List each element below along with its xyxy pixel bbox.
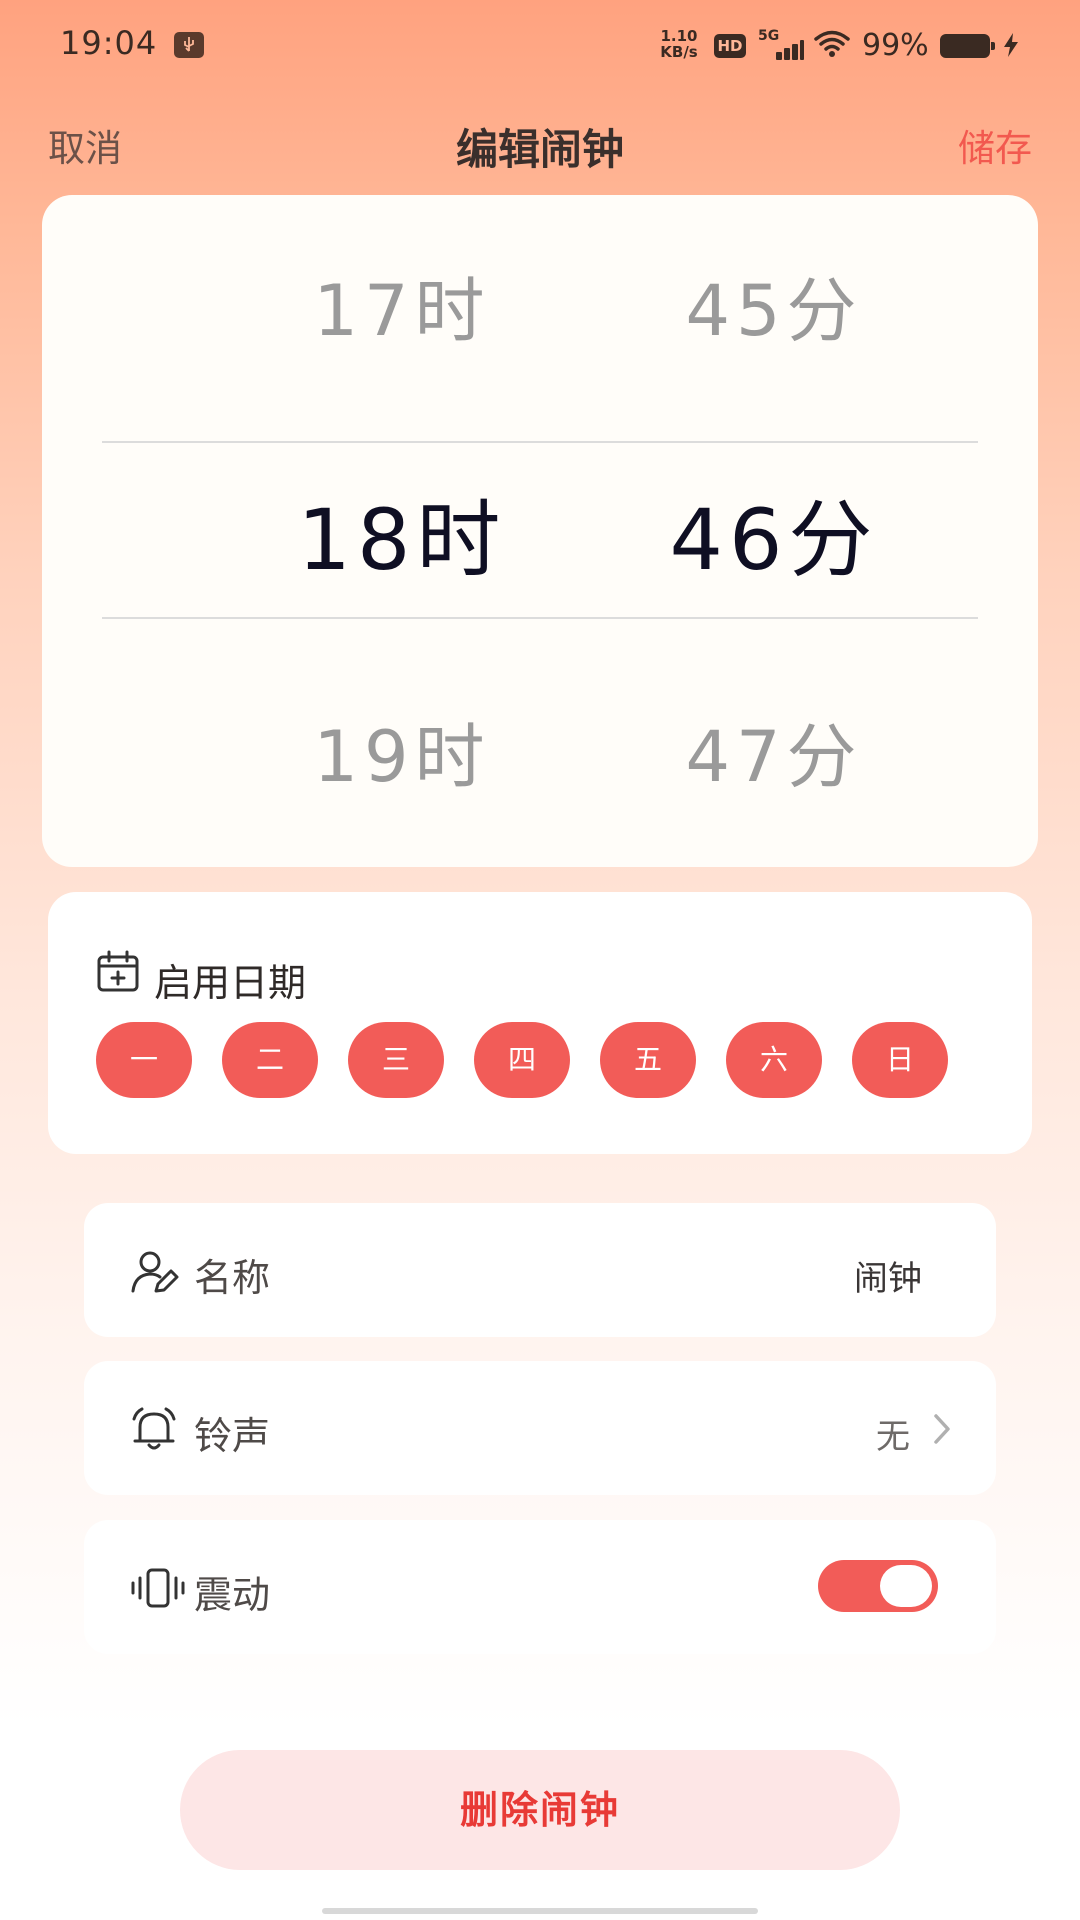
battery-icon [940, 34, 995, 58]
toggle-knob [880, 1565, 932, 1607]
signal-label: 5G [758, 28, 780, 44]
repeat-days-title: 启用日期 [154, 961, 307, 1005]
status-bar: 19:04 1.10 KB/s HD 5G 99% [0, 0, 1080, 92]
net-speed-value: 1.10 [660, 27, 698, 45]
vibrate-icon [130, 1566, 186, 1614]
wifi-icon [814, 30, 850, 62]
signal-strength-icon: 5G [758, 28, 804, 60]
hour-selected[interactable]: 18时 [252, 473, 552, 594]
delete-alarm-button[interactable]: 删除闹钟 [180, 1750, 900, 1870]
ringtone-value[interactable]: 无 [876, 1409, 910, 1458]
time-picker[interactable]: 17时 45分 18时 46分 19时 47分 [42, 195, 1038, 867]
day-chip-wed[interactable]: 三 [348, 1022, 444, 1098]
usb-debug-icon [174, 32, 204, 58]
vibration-toggle[interactable] [818, 1560, 938, 1612]
minute-selected[interactable]: 46分 [624, 473, 924, 594]
home-indicator[interactable] [322, 1908, 758, 1914]
ringtone-setting-row[interactable]: 铃声 无 [84, 1361, 996, 1495]
battery-percent: 99% [862, 28, 929, 63]
vibration-label: 震动 [194, 1573, 271, 1617]
hour-next[interactable]: 19时 [252, 701, 552, 802]
network-speed: 1.10 KB/s [656, 28, 702, 60]
calendar-plus-icon [96, 950, 140, 998]
hour-previous[interactable]: 17时 [252, 255, 552, 356]
net-speed-unit: KB/s [660, 43, 698, 61]
chevron-right-icon[interactable] [932, 1413, 952, 1449]
picker-divider-bottom [102, 617, 978, 619]
day-chip-sun[interactable]: 日 [852, 1022, 948, 1098]
repeat-days-card: 启用日期 一 二 三 四 五 六 日 [48, 892, 1032, 1154]
name-value[interactable]: 闹钟 [854, 1251, 922, 1300]
ringtone-label: 铃声 [194, 1414, 271, 1458]
hd-badge: HD [714, 34, 746, 58]
day-chip-fri[interactable]: 五 [600, 1022, 696, 1098]
minute-previous[interactable]: 45分 [624, 255, 924, 356]
day-chip-tue[interactable]: 二 [222, 1022, 318, 1098]
alarm-bell-icon [130, 1407, 178, 1457]
day-chip-sat[interactable]: 六 [726, 1022, 822, 1098]
day-chip-thu[interactable]: 四 [474, 1022, 570, 1098]
bolt-icon [1002, 32, 1020, 62]
minute-next[interactable]: 47分 [624, 701, 924, 802]
user-edit-icon [130, 1249, 182, 1299]
header-bar: 取消 编辑闹钟 储存 [0, 100, 1080, 184]
page-title: 编辑闹钟 [455, 125, 624, 174]
save-button[interactable]: 储存 [958, 118, 1032, 172]
vibration-setting-row: 震动 [84, 1520, 996, 1654]
status-time: 19:04 [60, 24, 158, 62]
picker-divider-top [102, 441, 978, 443]
name-label: 名称 [194, 1256, 271, 1300]
day-chip-mon[interactable]: 一 [96, 1022, 192, 1098]
name-setting-row[interactable]: 名称 闹钟 [84, 1203, 996, 1337]
